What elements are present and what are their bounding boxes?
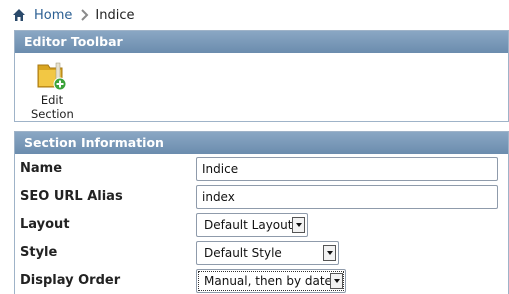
seo-url-alias-label: SEO URL Alias (20, 189, 123, 204)
section-information-header: Section Information (15, 132, 508, 154)
name-row: Name (15, 154, 508, 182)
style-select-value: Default Style (204, 246, 282, 260)
layout-select-value: Default Layout (204, 218, 293, 232)
folder-add-icon (37, 62, 67, 91)
name-label: Name (20, 161, 63, 176)
layout-select[interactable]: Default Layout (196, 213, 308, 237)
display-order-row: Display Order Manual, then by date (15, 266, 508, 294)
breadcrumb-separator-icon (81, 9, 89, 21)
style-select[interactable]: Default Style (196, 241, 339, 265)
edit-section-button[interactable]: Edit Section (31, 61, 74, 121)
editor-toolbar-panel: Editor Toolbar Edit Section (14, 30, 509, 122)
style-row: Style Default Style (15, 238, 508, 266)
section-form: Name SEO URL Alias Layout Default Layout… (15, 154, 508, 294)
layout-row: Layout Default Layout (15, 210, 508, 238)
edit-section-label: Edit Section (31, 93, 74, 121)
breadcrumb: Home Indice (12, 6, 134, 24)
editor-toolbar-header: Editor Toolbar (15, 31, 508, 53)
edit-section-label-line2: Section (31, 107, 74, 121)
name-input[interactable] (196, 157, 498, 181)
seo-url-alias-input[interactable] (196, 185, 498, 209)
edit-section-label-line1: Edit (40, 93, 64, 107)
chevron-down-icon (292, 217, 305, 233)
seo-url-alias-row: SEO URL Alias (15, 182, 508, 210)
home-icon[interactable] (12, 8, 26, 22)
display-order-label: Display Order (20, 273, 121, 288)
style-label: Style (20, 245, 58, 260)
section-information-panel: Section Information Name SEO URL Alias L… (14, 131, 509, 294)
layout-label: Layout (20, 217, 70, 232)
chevron-down-icon (323, 245, 336, 261)
chevron-down-icon (330, 273, 343, 289)
breadcrumb-current: Indice (95, 7, 135, 23)
display-order-select-value: Manual, then by date (204, 274, 332, 288)
display-order-select[interactable]: Manual, then by date (196, 269, 346, 293)
breadcrumb-home-link[interactable]: Home (34, 8, 72, 23)
